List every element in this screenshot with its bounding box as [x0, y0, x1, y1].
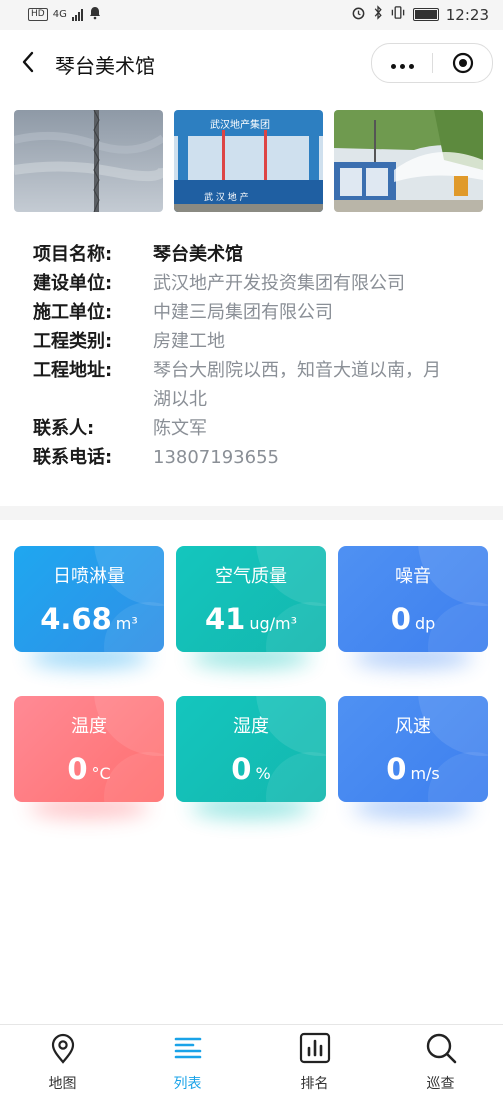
builder-value: 武汉地产开发投资集团有限公司: [153, 273, 405, 294]
sensor-title: 风速: [395, 716, 431, 737]
network-badge: 4G: [52, 9, 67, 20]
chevron-left-icon: [22, 51, 34, 73]
bluetooth-icon: [373, 5, 383, 24]
mini-program-capsule: [371, 43, 493, 83]
sensor-value: 41: [204, 602, 246, 636]
section-divider: [0, 506, 503, 520]
info-row-category: 工程类别: 房建工地: [33, 327, 483, 356]
info-row-address: 工程地址: 琴台大剧院以西，知音大道以南，月 湖以北: [33, 356, 483, 414]
sensor-reading: 4.68 m³: [14, 602, 164, 636]
address-value: 琴台大剧院以西，知音大道以南，月 湖以北: [153, 356, 483, 414]
sensor-reading: 0 m/s: [338, 752, 488, 786]
sensor-title: 湿度: [233, 716, 269, 737]
signal-icon: [71, 8, 83, 21]
tab-label: 排名: [300, 1076, 329, 1092]
page-title: 琴台美术馆: [55, 54, 155, 78]
back-button[interactable]: [16, 48, 44, 76]
sensor-unit: ug/m³: [249, 614, 298, 633]
sensor-card-humidity[interactable]: 湿度 0%: [176, 696, 326, 802]
more-button[interactable]: [372, 44, 432, 82]
info-label: 联系人:: [33, 418, 95, 439]
info-row-contact: 联系人: 陈文军: [33, 414, 483, 443]
list-icon: [174, 1037, 202, 1059]
search-icon: [426, 1033, 457, 1064]
status-left: HD 4G: [28, 6, 102, 23]
sensor-value: 4.68: [40, 602, 112, 636]
sensor-value: 0: [386, 752, 407, 786]
contractor-value: 中建三局集团有限公司: [153, 302, 333, 323]
sensor-unit: °C: [91, 764, 111, 783]
contact-value: 陈文军: [153, 418, 207, 439]
project-name-value: 琴台美术馆: [153, 244, 243, 265]
sensor-title: 温度: [71, 716, 107, 737]
gate-wall-text: 武 汉 地 产: [204, 191, 249, 203]
site-photo-gate[interactable]: 武汉地产集团 武 汉 地 产: [174, 110, 323, 212]
site-photo-spray[interactable]: [334, 110, 483, 212]
sensor-title: 日喷淋量: [53, 566, 125, 587]
sensor-value: 0: [231, 752, 252, 786]
sensor-reading: 0 °C: [14, 752, 164, 786]
status-bar: HD 4G 12:23: [0, 0, 503, 30]
gate-sign-text: 武汉地产集团: [210, 118, 270, 131]
tab-label: 巡查: [426, 1076, 455, 1092]
project-info: 项目名称: 琴台美术馆 建设单位: 武汉地产开发投资集团有限公司 施工单位: 中…: [33, 240, 483, 472]
battery-icon: [412, 8, 439, 21]
sensor-reading: 41 ug/m³: [176, 602, 326, 636]
address-line-1: 琴台大剧院以西，知音大道以南，月: [153, 360, 441, 381]
title-bar: 琴台美术馆: [0, 30, 503, 94]
info-label: 工程地址:: [33, 360, 113, 381]
sensor-unit: dp: [414, 614, 436, 633]
notification-icon: [88, 6, 102, 23]
info-label: 工程类别:: [33, 331, 113, 352]
info-label: 项目名称:: [33, 244, 113, 265]
sensor-title: 噪音: [395, 566, 431, 587]
sensor-value: 0: [390, 602, 411, 636]
more-dots-icon: [389, 54, 416, 73]
sensor-unit: m/s: [410, 764, 440, 783]
info-row-contractor: 施工单位: 中建三局集团有限公司: [33, 298, 483, 327]
site-photo-tower-crane[interactable]: [14, 110, 163, 212]
sensor-card-air-quality[interactable]: 空气质量 41 ug/m³: [176, 546, 326, 652]
sensor-card-spray[interactable]: 日喷淋量 4.68 m³: [14, 546, 164, 652]
hd-badge: HD: [28, 8, 48, 21]
tab-ranking[interactable]: 排名: [252, 1025, 377, 1101]
status-time: 12:23: [445, 5, 489, 24]
tab-label: 列表: [173, 1076, 202, 1092]
info-label: 建设单位:: [33, 273, 113, 294]
target-icon: [452, 52, 473, 74]
tab-list[interactable]: 列表: [125, 1025, 250, 1101]
info-row-builder: 建设单位: 武汉地产开发投资集团有限公司: [33, 269, 483, 298]
sensor-reading: 0 dp: [338, 602, 488, 636]
map-pin-icon: [51, 1033, 75, 1064]
tab-label: 地图: [48, 1076, 77, 1092]
alarm-icon: [351, 5, 366, 24]
tab-patrol[interactable]: 巡查: [378, 1025, 503, 1101]
vibrate-icon: [390, 5, 406, 24]
close-button[interactable]: [433, 44, 492, 82]
photo-strip: 武汉地产集团 武 汉 地 产: [14, 110, 483, 212]
bottom-tab-bar: 地图 列表 排名 巡查: [0, 1024, 503, 1101]
phone-value[interactable]: 13807193655: [153, 443, 483, 472]
sensor-value: 0: [67, 752, 88, 786]
info-row-name: 项目名称: 琴台美术馆: [33, 240, 483, 269]
address-line-2: 湖以北: [153, 389, 207, 410]
info-label: 联系电话:: [33, 447, 113, 468]
tab-map[interactable]: 地图: [0, 1025, 125, 1101]
sensor-card-wind-speed[interactable]: 风速 0 m/s: [338, 696, 488, 802]
info-row-phone: 联系电话: 13807193655: [33, 443, 483, 472]
category-value: 房建工地: [153, 331, 225, 352]
bar-chart-icon: [299, 1032, 331, 1064]
sensor-unit: %: [255, 764, 271, 783]
sensor-card-temperature[interactable]: 温度 0 °C: [14, 696, 164, 802]
info-label: 施工单位:: [33, 302, 113, 323]
status-right: 12:23: [351, 5, 489, 24]
sensor-reading: 0%: [176, 752, 326, 786]
sensor-card-noise[interactable]: 噪音 0 dp: [338, 546, 488, 652]
sensor-title: 空气质量: [215, 566, 287, 587]
sensor-unit: m³: [115, 614, 138, 633]
